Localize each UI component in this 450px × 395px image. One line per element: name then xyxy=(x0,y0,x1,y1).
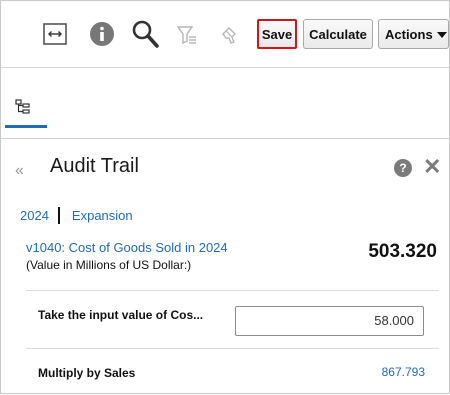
collapse-panel-icon[interactable] xyxy=(43,23,67,45)
tab-audit-trail[interactable] xyxy=(15,99,31,115)
step-label-multiply: Multiply by Sales xyxy=(38,366,136,380)
help-icon[interactable]: ? xyxy=(394,159,412,177)
close-icon[interactable]: ✕ xyxy=(423,156,441,178)
account-link[interactable]: v1040: Cost of Goods Sold in 2024 xyxy=(26,240,228,255)
filter-icon[interactable] xyxy=(177,25,197,45)
hierarchy-icon xyxy=(15,99,30,114)
active-tab-indicator xyxy=(5,125,47,128)
toolbar: Save Calculate Actions xyxy=(1,1,449,67)
input-value-field[interactable]: 58.000 xyxy=(235,306,424,336)
panel-title: Audit Trail xyxy=(50,155,139,177)
actions-button-label: Actions xyxy=(385,26,433,42)
calculate-button[interactable]: Calculate xyxy=(303,19,373,49)
step-label-input: Take the input value of Cos... xyxy=(38,308,204,322)
row-divider xyxy=(26,348,439,349)
side-tab-strip xyxy=(1,68,449,138)
breadcrumb-separator xyxy=(57,207,60,224)
brush-icon[interactable] xyxy=(220,25,240,45)
save-button[interactable]: Save xyxy=(257,19,297,49)
app-frame: Save Calculate Actions « Audit Trail ? ✕… xyxy=(0,0,450,394)
breadcrumb-year[interactable]: 2024 xyxy=(20,208,49,223)
breadcrumb: 2024 Expansion xyxy=(20,207,133,224)
breadcrumb-scenario[interactable]: Expansion xyxy=(72,208,133,223)
caret-down-icon xyxy=(436,31,447,38)
actions-button[interactable]: Actions xyxy=(378,19,449,49)
row-divider xyxy=(26,290,439,291)
search-icon[interactable] xyxy=(131,19,159,49)
sales-value-link[interactable]: 867.793 xyxy=(382,365,425,379)
chevron-left-icon[interactable]: « xyxy=(15,163,24,179)
account-value: 503.320 xyxy=(368,241,437,262)
info-icon[interactable] xyxy=(89,21,115,47)
account-unit-note: (Value in Millions of US Dollar:) xyxy=(26,258,192,272)
audit-trail-panel: « Audit Trail ? ✕ 2024 Expansion v1040: … xyxy=(1,139,449,395)
